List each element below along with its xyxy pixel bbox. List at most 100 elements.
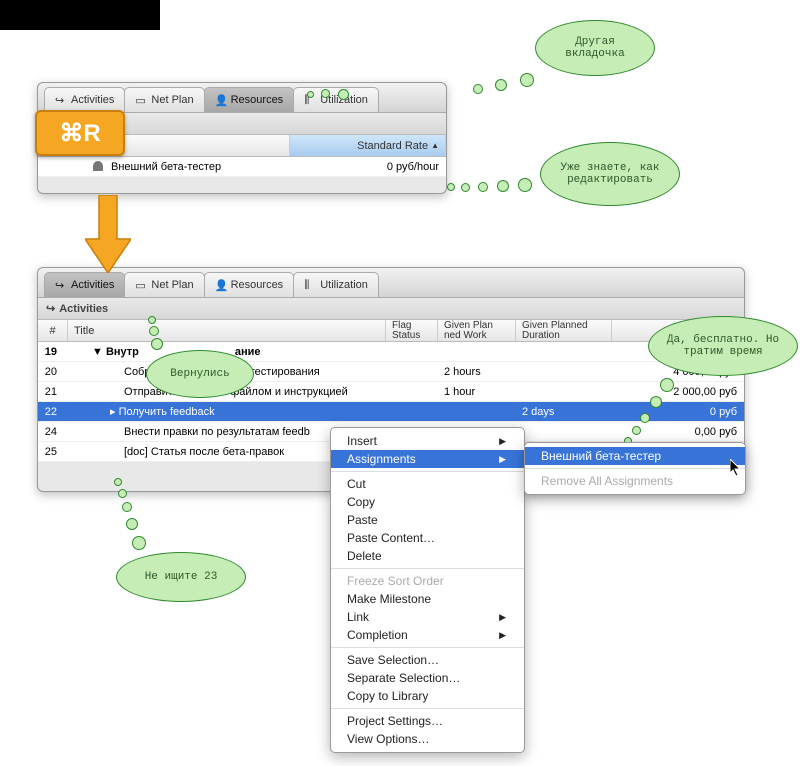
arrow-icon: ↪ bbox=[55, 94, 67, 106]
sort-asc-icon: ▲ bbox=[431, 141, 439, 150]
row-title-rest: ание bbox=[235, 346, 261, 358]
tab-label: Resources bbox=[231, 279, 284, 291]
tab-label: Resources bbox=[231, 94, 284, 106]
menu-link[interactable]: Link▶ bbox=[331, 608, 524, 626]
submenu-arrow-icon: ▶ bbox=[499, 436, 506, 447]
menu-separate-selection[interactable]: Separate Selection… bbox=[331, 669, 524, 687]
menu-completion[interactable]: Completion▶ bbox=[331, 626, 524, 644]
col-title-header[interactable]: Title bbox=[68, 320, 386, 341]
menu-copy[interactable]: Copy bbox=[331, 493, 524, 511]
assignments-submenu: Внешний бета-тестер Remove All Assignmen… bbox=[524, 442, 746, 495]
submenu-arrow-icon: ▶ bbox=[499, 612, 506, 623]
tab-activities[interactable]: ↪ Activities bbox=[44, 272, 125, 297]
activity-row[interactable]: 21 Отправить письмо с файлом и инструкци… bbox=[38, 382, 744, 402]
row-cost: 2 000,00 руб bbox=[612, 386, 744, 398]
menu-save-selection[interactable]: Save Selection… bbox=[331, 651, 524, 669]
col-rate-header[interactable]: Standard Rate ▲ bbox=[290, 135, 446, 156]
annotation-dot bbox=[118, 489, 127, 498]
person-icon: 👤 bbox=[215, 279, 227, 291]
activity-row-selected[interactable]: 22 ▸ Получить feedback 2 days 0 руб bbox=[38, 402, 744, 422]
utilization-icon: ⫼ bbox=[304, 279, 316, 291]
row-num: 21 bbox=[38, 386, 68, 398]
row-work: 2 hours bbox=[438, 366, 516, 378]
annotation-dot bbox=[660, 378, 674, 392]
row-num: 24 bbox=[38, 426, 68, 438]
annotation-dot bbox=[148, 316, 156, 324]
activity-row-group[interactable]: 19 ▼ Внутр ание bbox=[38, 342, 744, 362]
annotation-text: Не ищите 23 bbox=[145, 571, 218, 583]
black-bar bbox=[0, 0, 160, 30]
netplan-icon: ▭ bbox=[135, 279, 147, 291]
context-menu: Insert▶ Assignments▶ Cut Copy Paste Past… bbox=[330, 427, 525, 753]
menu-make-milestone[interactable]: Make Milestone bbox=[331, 590, 524, 608]
annotation-text: Другая вкладочка bbox=[546, 36, 644, 60]
annotation-returned: Вернулись bbox=[146, 350, 254, 398]
tab-resources[interactable]: 👤 Resources bbox=[204, 87, 295, 112]
tab-net-plan[interactable]: ▭ Net Plan bbox=[124, 272, 204, 297]
activities-column-header: # Title Flag Status Given Plan ned Work … bbox=[38, 320, 744, 342]
activity-row[interactable]: 20 Собрать бета-тестирования 2 hours 4 0… bbox=[38, 362, 744, 382]
annotation-dot bbox=[495, 79, 507, 91]
annotation-dot bbox=[518, 178, 532, 192]
menu-separator bbox=[331, 568, 524, 569]
annotation-dot bbox=[461, 183, 470, 192]
submenu-arrow-icon: ▶ bbox=[499, 454, 506, 465]
menu-view-options[interactable]: View Options… bbox=[331, 730, 524, 748]
menu-freeze-sort: Freeze Sort Order bbox=[331, 572, 524, 590]
annotation-dot bbox=[478, 182, 488, 192]
row-title: Внести правки по результатам feedb bbox=[124, 426, 310, 438]
annotation-dot bbox=[132, 536, 146, 550]
row-dur: 2 days bbox=[516, 406, 612, 418]
subheader-label: Activities bbox=[59, 303, 108, 315]
menu-cut[interactable]: Cut bbox=[331, 475, 524, 493]
annotation-text: Уже знаете, как редактировать bbox=[551, 162, 669, 186]
annotation-dot bbox=[650, 396, 662, 408]
row-title: [doc] Статья после бета-правок bbox=[124, 446, 284, 458]
row-title: ▸ Получить feedback bbox=[110, 405, 215, 418]
row-num: 25 bbox=[38, 446, 68, 458]
col-dur-header[interactable]: Given Planned Duration bbox=[516, 320, 612, 341]
row-work: 1 hour bbox=[438, 386, 516, 398]
menu-copy-to-library[interactable]: Copy to Library bbox=[331, 687, 524, 705]
annotation-other-tab: Другая вкладочка bbox=[535, 20, 655, 76]
menu-assignments[interactable]: Assignments▶ bbox=[331, 450, 524, 468]
annotation-dot bbox=[447, 183, 455, 191]
submenu-label: Remove All Assignments bbox=[541, 474, 673, 488]
resource-rate: 0 руб/hour bbox=[290, 161, 446, 173]
submenu-label: Внешний бета-тестер bbox=[541, 449, 661, 463]
submenu-external-beta-tester[interactable]: Внешний бета-тестер bbox=[525, 447, 745, 465]
menu-separator bbox=[525, 468, 745, 469]
menu-paste[interactable]: Paste bbox=[331, 511, 524, 529]
resource-name: Внешний бета-тестер bbox=[111, 161, 221, 173]
tab-label: Utilization bbox=[320, 279, 368, 291]
col-label: Standard Rate bbox=[357, 140, 428, 152]
col-flag-header[interactable]: Flag Status bbox=[386, 320, 438, 341]
annotation-dot bbox=[321, 89, 330, 98]
col-work-header[interactable]: Given Plan ned Work bbox=[438, 320, 516, 341]
person-icon: 👤 bbox=[215, 94, 227, 106]
col-num-header[interactable]: # bbox=[38, 320, 68, 341]
arrow-icon: ↪ bbox=[46, 302, 55, 315]
menu-insert[interactable]: Insert▶ bbox=[331, 432, 524, 450]
annotation-dot bbox=[640, 413, 650, 423]
annotation-dot bbox=[149, 326, 159, 336]
tab-label: Activities bbox=[71, 279, 114, 291]
row-num: 19 bbox=[38, 346, 68, 358]
resource-row[interactable]: Внешний бета-тестер 0 руб/hour bbox=[38, 157, 446, 177]
tab-resources[interactable]: 👤 Resources bbox=[204, 272, 295, 297]
annotation-dot bbox=[497, 180, 509, 192]
arrow-icon: ↪ bbox=[55, 279, 67, 291]
tab-activities[interactable]: ↪ Activities bbox=[44, 87, 125, 112]
tab-net-plan[interactable]: ▭ Net Plan bbox=[124, 87, 204, 112]
row-num: 22 bbox=[38, 406, 68, 418]
tab-label: Net Plan bbox=[151, 94, 193, 106]
row-cost: 0 руб bbox=[612, 406, 744, 418]
annotation-text: Да, бесплатно. Но тратим время bbox=[659, 334, 787, 358]
menu-paste-content[interactable]: Paste Content… bbox=[331, 529, 524, 547]
menu-project-settings[interactable]: Project Settings… bbox=[331, 712, 524, 730]
tab-utilization[interactable]: ⫼ Utilization bbox=[293, 87, 379, 112]
menu-delete[interactable]: Delete bbox=[331, 547, 524, 565]
annotation-dont-look-for-23: Не ищите 23 bbox=[116, 552, 246, 602]
tab-utilization[interactable]: ⫼ Utilization bbox=[293, 272, 379, 297]
annotation-know-how-edit: Уже знаете, как редактировать bbox=[540, 142, 680, 206]
